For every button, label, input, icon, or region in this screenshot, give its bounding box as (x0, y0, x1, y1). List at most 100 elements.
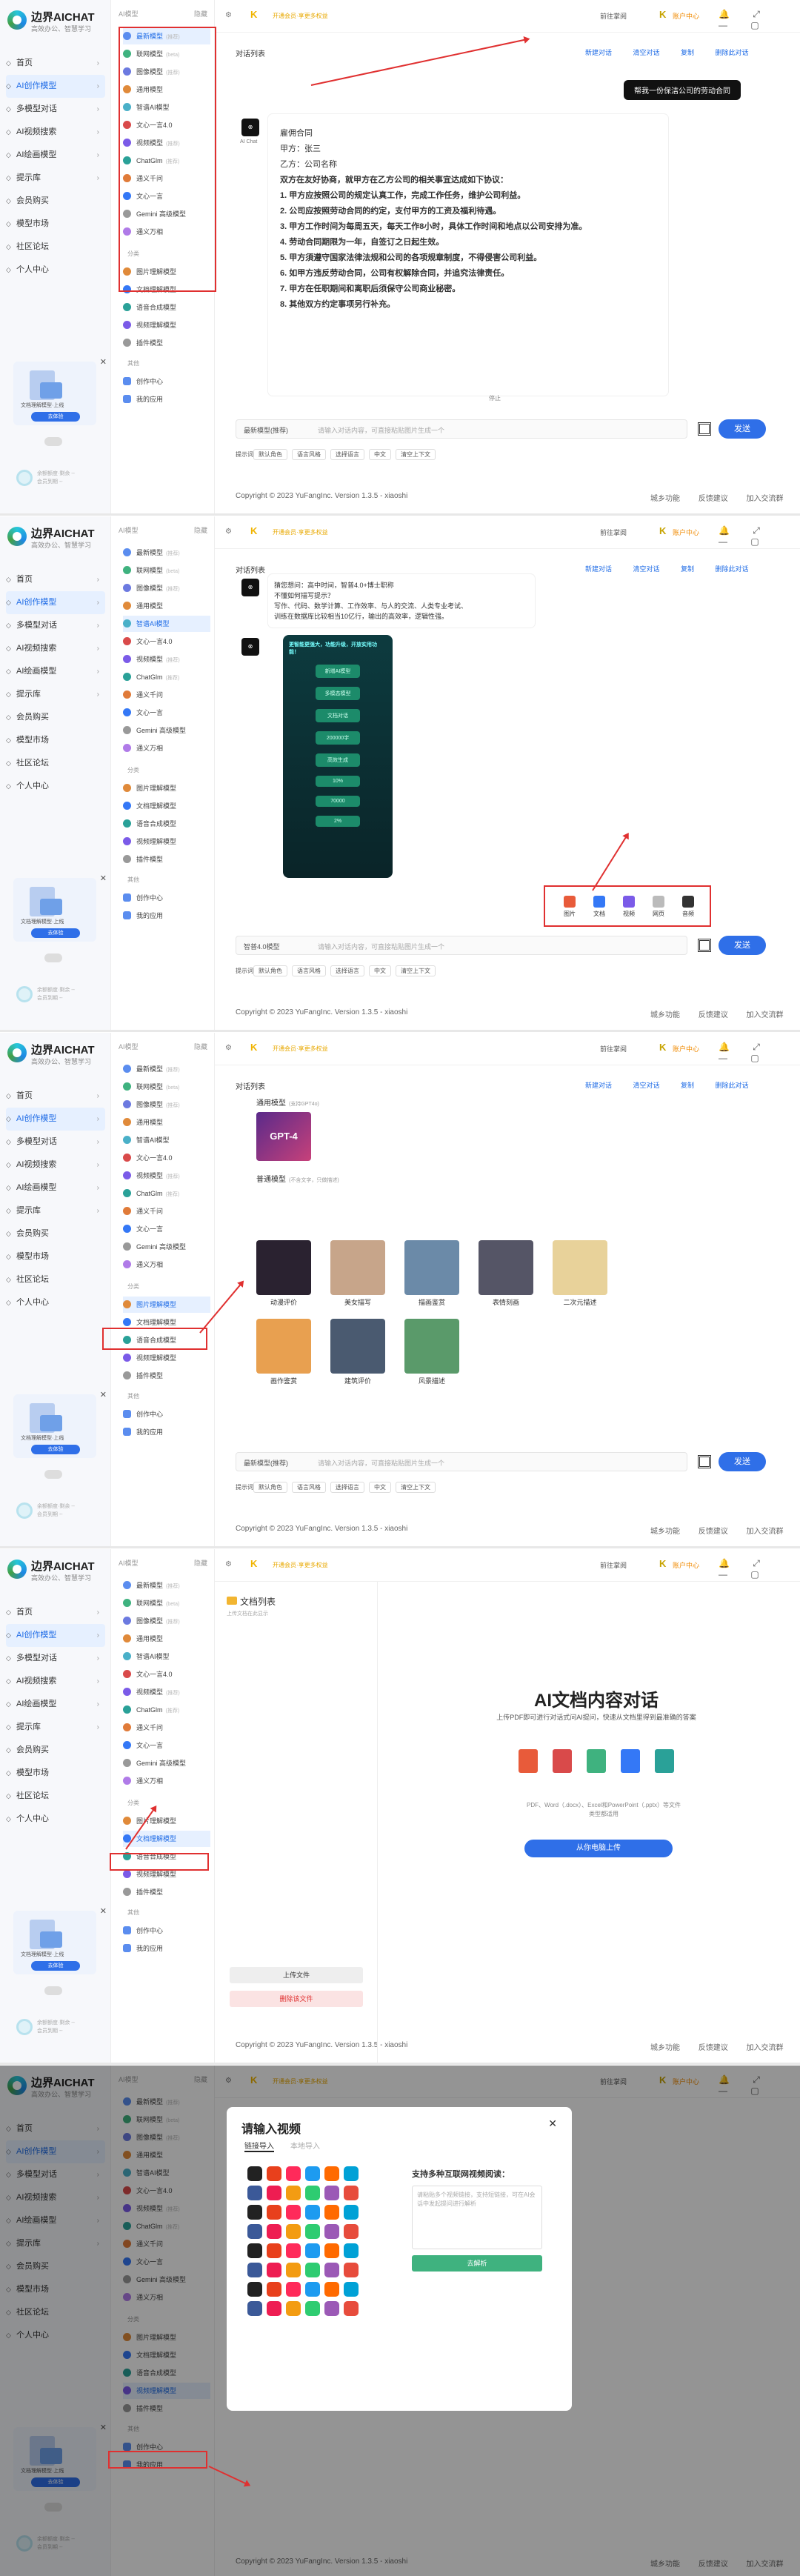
promo-card[interactable]: 文档理解模型·上线 去体验 ✕ (13, 874, 107, 942)
menu-item[interactable]: 个人中心 (6, 1291, 105, 1314)
submenu-item[interactable]: 文档理解模型 (123, 798, 210, 814)
menu-item[interactable]: AI创作模型 › (6, 1624, 105, 1647)
hide-button[interactable]: 隐藏 (194, 1558, 207, 1568)
menu-item[interactable]: 提示库 › (6, 683, 105, 706)
model-tile[interactable]: 画作鉴赏 (256, 1319, 311, 1385)
submenu-item[interactable]: 联网模型 (beta) (123, 1079, 210, 1095)
submenu-item[interactable]: 智谱AI模型 (123, 1648, 210, 1665)
promo-button[interactable]: 去体验 (31, 1961, 80, 1971)
submenu-item[interactable]: 视频模型 (推荐) (123, 651, 210, 668)
account-info[interactable]: 余额额度·剩余 -- 会员到期 -- (10, 2014, 105, 2041)
submenu-item[interactable]: 最新模型 (推荐) (123, 1061, 210, 1077)
chip[interactable]: 提示词 (236, 1484, 253, 1491)
submenu-item[interactable]: 文心一言4.0 (123, 633, 210, 650)
chat-input[interactable]: 最新模型(推荐) 请输入对话内容，可直接粘贴图片生成一个 (236, 1452, 687, 1471)
model-tile[interactable]: 动漫评价 (256, 1240, 311, 1307)
footer-links[interactable]: 城乡功能 反馈建议 加入交流群 (650, 492, 800, 503)
submenu-item[interactable]: 我的应用 (123, 908, 210, 924)
menu-item[interactable]: 多模型对话 › (6, 614, 105, 637)
submenu-item[interactable]: 创作中心 (123, 1923, 210, 1939)
close-icon[interactable]: ✕ (100, 1390, 107, 1400)
footer-links[interactable]: 城乡功能 反馈建议 加入交流群 (650, 1525, 800, 1536)
model-select[interactable]: 智普4.0模型 (244, 942, 280, 951)
submenu-item[interactable]: 智谱AI模型 (123, 616, 210, 632)
submenu-item[interactable]: 图片理解模型 (123, 1297, 210, 1313)
submenu-item[interactable]: 文心一言 (123, 705, 210, 721)
submenu-item[interactable]: 通义千问 (123, 1203, 210, 1219)
submenu-item[interactable]: 创作中心 (123, 1406, 210, 1422)
menu-item[interactable]: AI视频搜索 › (6, 121, 105, 144)
upload-file-button[interactable]: 上传文件 (230, 1967, 363, 1983)
parse-button[interactable]: 去解析 (412, 2255, 542, 2272)
submenu-item[interactable]: 图像模型 (推荐) (123, 1613, 210, 1629)
submenu-item[interactable]: 视频模型 (推荐) (123, 1684, 210, 1700)
chip[interactable]: 默认角色 (253, 965, 287, 976)
menu-item[interactable]: 社区论坛 (6, 1268, 105, 1291)
chip[interactable]: 提示词 (236, 451, 253, 458)
submenu-item[interactable]: 我的应用 (123, 1940, 210, 1957)
menu-item[interactable]: 社区论坛 (6, 1785, 105, 1808)
chip[interactable]: 清空上下文 (396, 965, 436, 976)
qr-code-icon[interactable] (698, 939, 711, 952)
account-info[interactable]: 余额额度·剩余 -- 会员到期 -- (10, 982, 105, 1008)
footer-links[interactable]: 城乡功能 反馈建议 加入交流群 (650, 2041, 800, 2052)
menu-item[interactable]: 模型市场 (6, 213, 105, 236)
model-tile[interactable]: 风景描述 (404, 1319, 459, 1385)
menu-item[interactable]: 模型市场 (6, 1245, 105, 1268)
model-tile[interactable]: 表情刻画 (479, 1240, 533, 1307)
promo-card[interactable]: 文档理解模型·上线 去体验 ✕ (13, 1391, 107, 1458)
qr-code-icon[interactable] (698, 1455, 711, 1468)
top-link[interactable]: 前往掌阅 (600, 527, 627, 537)
close-icon[interactable]: ✕ (100, 873, 107, 883)
menu-item[interactable]: AI创作模型 › (6, 1108, 105, 1131)
hide-button[interactable]: 隐藏 (194, 525, 207, 535)
menu-item[interactable]: AI绘画模型 › (6, 1176, 105, 1199)
vip-link[interactable]: 开通会员·享更多权益 (273, 12, 328, 20)
stop-button[interactable]: 停止 (489, 394, 501, 402)
top-link[interactable]: 前往掌阅 (600, 1560, 627, 1570)
account-info[interactable]: 余额额度·剩余 -- 会员到期 -- (10, 465, 105, 492)
theme-toggle[interactable] (44, 1986, 62, 1995)
submenu-item[interactable]: 插件模型 (123, 335, 210, 351)
theme-toggle[interactable] (44, 437, 62, 446)
chip[interactable]: 中文 (369, 965, 391, 976)
submenu-item[interactable]: Gemini 高级模型 (123, 722, 210, 739)
gear-icon[interactable]: ⚙ (225, 1560, 232, 1568)
chat-actions[interactable]: 新建对话 清空对话 复制 删除此对话 (585, 1080, 749, 1090)
menu-item[interactable]: AI绘画模型 › (6, 660, 105, 683)
submenu-item[interactable]: 通义千问 (123, 1720, 210, 1736)
close-icon[interactable]: ✕ (100, 357, 107, 367)
chip[interactable]: 清空上下文 (396, 449, 436, 460)
chip[interactable]: 选择语言 (330, 449, 364, 460)
submenu-item[interactable]: ChatGlm (推荐) (123, 669, 210, 685)
menu-item[interactable]: AI视频搜索 › (6, 637, 105, 660)
submenu-item[interactable]: 文心一言4.0 (123, 1666, 210, 1683)
menu-item[interactable]: 多模型对话 › (6, 1647, 105, 1670)
submenu-item[interactable]: 视频理解模型 (123, 317, 210, 333)
submenu-item[interactable]: ChatGlm (推荐) (123, 1185, 210, 1202)
submenu-item[interactable]: 创作中心 (123, 890, 210, 906)
delete-file-button[interactable]: 删除该文件 (230, 1991, 363, 2007)
menu-item[interactable]: 社区论坛 (6, 752, 105, 775)
theme-toggle[interactable] (44, 953, 62, 962)
upload-from-computer-button[interactable]: 从你电脑上传 (524, 1840, 673, 1857)
menu-item[interactable]: 首页 › (6, 1085, 105, 1108)
submenu-item[interactable]: 图片理解模型 (123, 1813, 210, 1829)
gpt4-tile[interactable]: GPT-4 (256, 1112, 311, 1161)
menu-item[interactable]: AI绘画模型 › (6, 144, 105, 167)
menu-item[interactable]: 模型市场 (6, 1762, 105, 1785)
submenu-item[interactable]: 插件模型 (123, 1884, 210, 1900)
submenu-item[interactable]: 插件模型 (123, 851, 210, 868)
submenu-item[interactable]: Gemini 高级模型 (123, 1755, 210, 1771)
send-button[interactable]: 发送 (719, 1452, 766, 1471)
account-center-link[interactable]: 账户中心 (673, 527, 699, 537)
submenu-item[interactable]: 最新模型 (推荐) (123, 545, 210, 561)
menu-item[interactable]: 首页 › (6, 52, 105, 75)
menu-item[interactable]: 个人中心 (6, 259, 105, 282)
menu-item[interactable]: 首页 › (6, 1601, 105, 1624)
submenu-item[interactable]: 我的应用 (123, 1424, 210, 1440)
chip[interactable]: 语言风格 (292, 965, 326, 976)
close-icon[interactable]: ✕ (100, 1906, 107, 1916)
menu-item[interactable]: AI创作模型 › (6, 75, 105, 98)
submenu-item[interactable]: 图像模型 (推荐) (123, 1096, 210, 1113)
